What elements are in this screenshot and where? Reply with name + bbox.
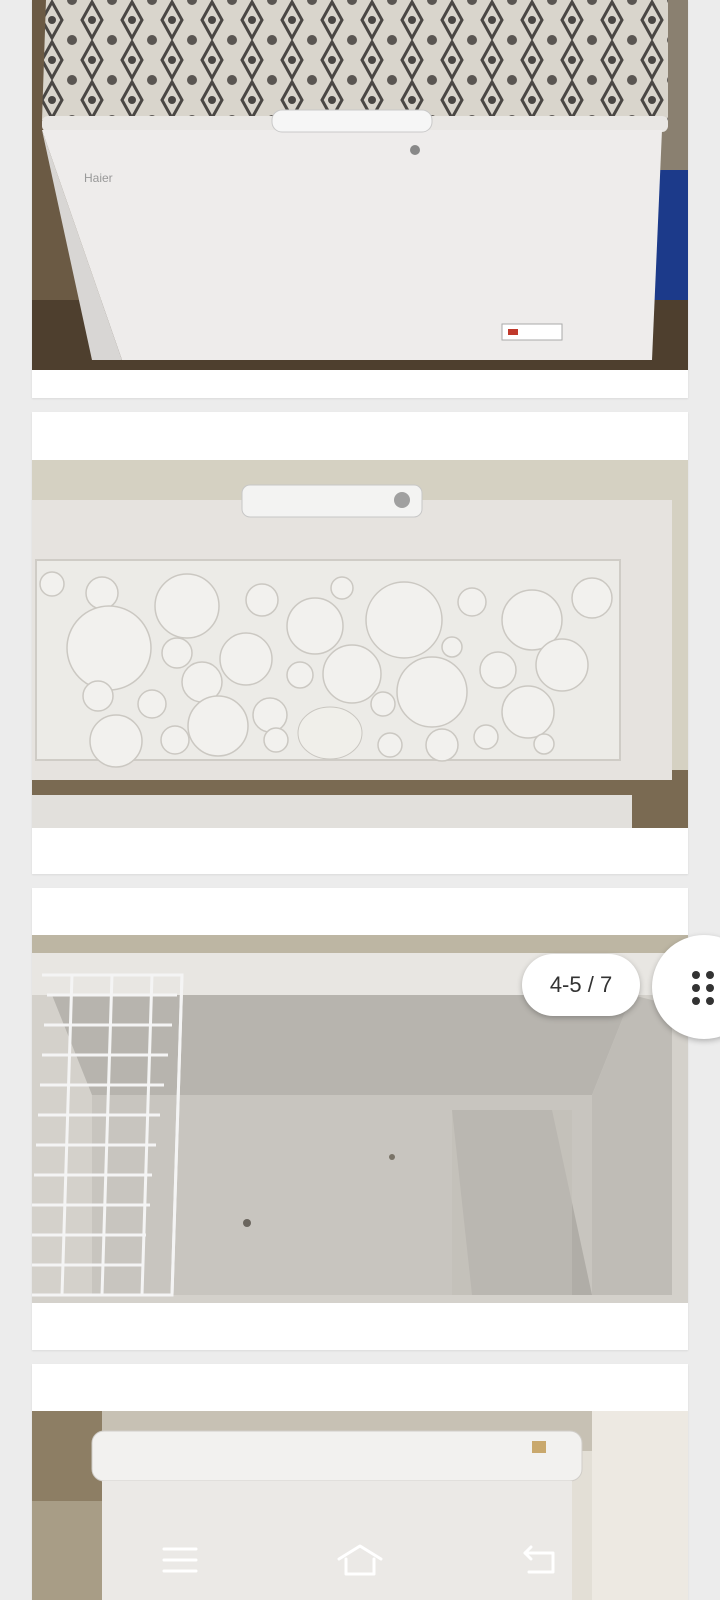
gallery-photo-2[interactable] (32, 460, 688, 828)
back-button[interactable] (510, 1532, 570, 1588)
system-navigation-bar (0, 1520, 720, 1600)
home-icon (337, 1544, 383, 1576)
home-button[interactable] (330, 1532, 390, 1588)
svg-text:Haier: Haier (84, 171, 113, 185)
menu-button[interactable] (150, 1532, 210, 1588)
back-icon (523, 1545, 555, 1574)
photo-gallery-view: Haier 4-5 / 7 (0, 0, 720, 1600)
photo-counter: 4-5 / 7 (522, 954, 640, 1016)
grid-dots-icon (692, 971, 716, 1005)
menu-icon (162, 1547, 198, 1573)
photo-counter-text: 4-5 / 7 (549, 972, 613, 997)
gallery-photo-1[interactable]: Haier (32, 0, 688, 370)
